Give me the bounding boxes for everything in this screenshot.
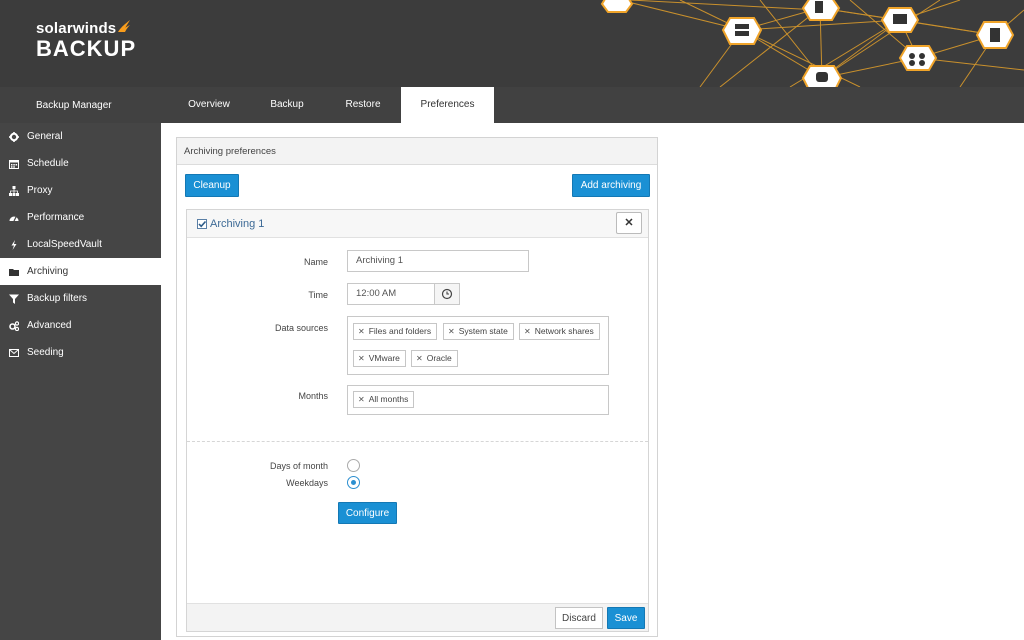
solarwinds-backup-logo: solarwinds BACKUP — [36, 19, 136, 62]
sidebar-item-performance[interactable]: Performance — [0, 204, 161, 231]
envelope-icon — [9, 349, 19, 357]
logo-top-text: solarwinds — [36, 20, 117, 37]
tag-label: Oracle — [426, 353, 452, 363]
close-icon: ✕ — [624, 217, 634, 229]
sidebar-item-label: Backup filters — [27, 293, 88, 304]
sidebar-item-advanced[interactable]: Advanced — [0, 312, 161, 339]
panel-title: Archiving preferences — [177, 138, 657, 165]
sidebar-item-label: LocalSpeedVault — [27, 239, 102, 250]
sidebar-item-label: Seeding — [27, 347, 64, 358]
gear-icon — [9, 132, 19, 142]
card-header: Archiving 1 ✕ — [187, 210, 648, 238]
sidebar-item-seeding[interactable]: Seeding — [0, 339, 161, 366]
folder-icon — [9, 269, 19, 276]
sidebar-item-backup-filters[interactable]: Backup filters — [0, 285, 161, 312]
sidebar-item-label: Proxy — [27, 185, 53, 196]
months-label: Months — [298, 391, 328, 401]
tab-backup[interactable]: Backup — [260, 87, 314, 123]
gears-icon — [9, 321, 19, 331]
remove-icon[interactable]: ✕ — [524, 327, 531, 336]
app-header: solarwinds BACKUP — [0, 0, 1024, 87]
data-sources-select[interactable]: ✕ Files and folders ✕ System state ✕ Networ… — [347, 316, 609, 375]
remove-icon[interactable]: ✕ — [358, 327, 365, 336]
tag-label: System state — [458, 326, 508, 336]
tag-label: Files and folders — [368, 326, 432, 336]
weekdays-radio[interactable] — [347, 476, 360, 489]
close-button[interactable]: ✕ — [616, 212, 642, 234]
discard-button[interactable]: Discard — [555, 607, 603, 629]
tag-vmware[interactable]: ✕ VMware — [353, 350, 406, 367]
archiving-card: Archiving 1 ✕ Name Archiving 1 Time 12:0… — [186, 209, 649, 632]
archiving-preferences-panel: Archiving preferences Cleanup Add archiv… — [176, 137, 658, 637]
configure-button[interactable]: Configure — [338, 502, 397, 524]
tag-network-shares[interactable]: ✕ Network shares — [519, 323, 600, 340]
tab-preferences[interactable]: Preferences — [401, 87, 494, 123]
sidebar-item-label: Advanced — [27, 320, 72, 331]
name-field[interactable]: Archiving 1 — [347, 250, 529, 272]
name-label: Name — [303, 257, 328, 267]
logo-flame-icon — [118, 20, 131, 32]
card-title: Archiving 1 — [210, 218, 265, 230]
sidebar-item-general[interactable]: General — [0, 123, 161, 150]
cleanup-button[interactable]: Cleanup — [185, 174, 239, 197]
days-of-month-radio[interactable] — [347, 459, 360, 472]
sidebar-item-label: Archiving — [27, 266, 69, 277]
remove-icon[interactable]: ✕ — [448, 327, 455, 336]
tag-files-and-folders[interactable]: ✕ Files and folders — [353, 323, 438, 340]
tag-label: Network shares — [534, 326, 594, 336]
days-of-month-label: Days of month — [269, 461, 328, 471]
time-field[interactable]: 12:00 AM — [347, 283, 435, 305]
checkmark-icon — [198, 220, 207, 228]
network-icon — [9, 186, 19, 196]
time-label: Time — [308, 290, 328, 300]
card-footer: Discard Save — [187, 603, 648, 631]
enable-archiving-checkbox[interactable] — [197, 219, 207, 229]
weekdays-label: Weekdays — [286, 478, 328, 488]
sidebar-item-label: Performance — [27, 212, 85, 223]
data-sources-label: Data sources — [274, 323, 328, 333]
tag-label: VMware — [368, 353, 400, 363]
sidebar-item-proxy[interactable]: Proxy — [0, 177, 161, 204]
remove-icon[interactable]: ✕ — [358, 354, 365, 363]
logo-bottom-text: BACKUP — [36, 36, 137, 61]
section-divider — [187, 441, 648, 442]
tag-all-months[interactable]: ✕ All months — [353, 391, 415, 408]
save-button[interactable]: Save — [607, 607, 645, 629]
sidebar-item-archiving[interactable]: Archiving — [0, 258, 161, 285]
bolt-icon — [11, 240, 17, 250]
network-graphic — [600, 0, 1024, 87]
add-archiving-button[interactable]: Add archiving — [572, 174, 650, 197]
months-select[interactable]: ✕ All months — [347, 385, 609, 415]
sidebar-item-schedule[interactable]: Schedule — [0, 150, 161, 177]
app-title: Backup Manager — [36, 100, 112, 111]
tab-overview[interactable]: Overview — [176, 87, 242, 123]
remove-icon[interactable]: ✕ — [358, 395, 365, 404]
tag-oracle[interactable]: ✕ Oracle — [411, 350, 458, 367]
tag-system-state[interactable]: ✕ System state — [443, 323, 514, 340]
sidebar-item-localspeedvault[interactable]: LocalSpeedVault — [0, 231, 161, 258]
tag-label: All months — [368, 394, 409, 404]
sidebar: General Schedule Proxy Performance Local… — [0, 123, 161, 640]
filter-icon — [9, 294, 19, 304]
top-navigation: Backup Manager Overview Backup Restore P… — [0, 87, 1024, 123]
time-picker-button[interactable] — [434, 283, 460, 305]
sidebar-item-label: General — [27, 131, 63, 142]
remove-icon[interactable]: ✕ — [416, 354, 423, 363]
calendar-icon — [9, 160, 19, 169]
gauge-icon — [9, 216, 19, 222]
sidebar-item-label: Schedule — [27, 158, 69, 169]
tab-restore[interactable]: Restore — [334, 87, 392, 123]
clock-icon — [441, 288, 453, 300]
